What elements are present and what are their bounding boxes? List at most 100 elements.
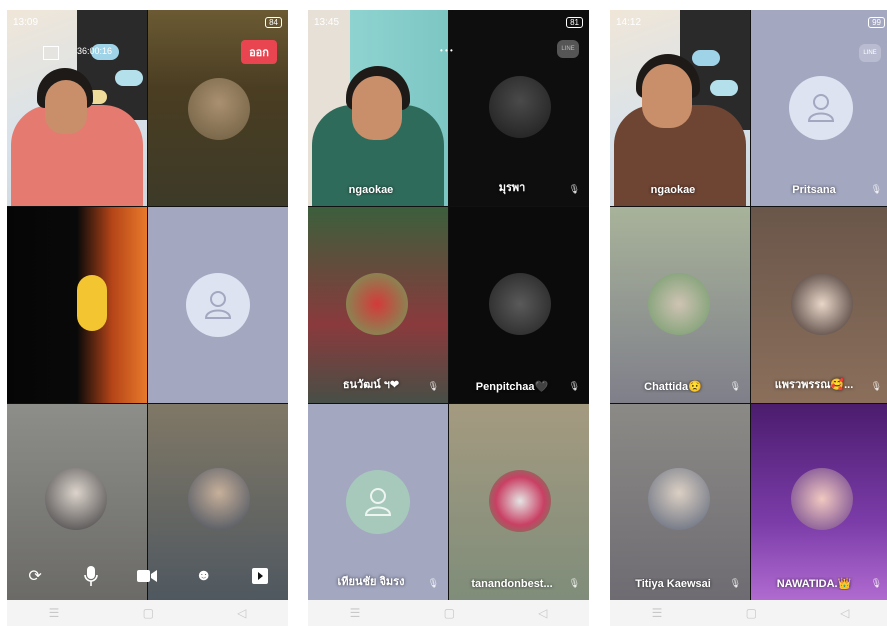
participant-avatar [45, 468, 107, 530]
video-tile-participant[interactable]: Penpitchaa🖤 🎙 [449, 207, 589, 403]
video-tile-participant[interactable]: Chattida😟 🎙 [610, 207, 750, 403]
effects-icon[interactable]: ☻ [193, 565, 215, 587]
participant-avatar [648, 468, 710, 530]
nav-menu-icon[interactable]: ☰ [49, 606, 60, 620]
video-tile-participant[interactable]: NAWATIDA.👑 🎙 [751, 404, 887, 600]
phone-screen-2: 13:45 81 ngaokae LINE มุรพา 🎙 ธนวัฒน์ ฯ❤… [308, 10, 589, 626]
video-camera-icon[interactable] [136, 565, 158, 587]
battery-indicator: 99 [868, 16, 885, 28]
video-tile-participant[interactable]: แพรวพรรณ🥰... 🎙 [751, 207, 887, 403]
user-icon [807, 94, 835, 122]
placeholder-avatar [346, 470, 410, 534]
placeholder-avatar [186, 273, 250, 337]
mic-muted-icon: 🎙 [729, 578, 741, 588]
paper-cloud [710, 80, 738, 96]
video-tile-placeholder[interactable]: เทียนชัย จิมรง 🎙 [308, 404, 448, 600]
system-nav-bar: ☰ ▢ ◁ [7, 600, 288, 626]
participant-avatar [489, 76, 551, 138]
nav-home-icon[interactable]: ▢ [746, 606, 757, 620]
page-indicator: • • • [440, 46, 453, 55]
user-icon [204, 291, 232, 319]
participant-name: Chattida😟 [644, 381, 702, 393]
video-tile-placeholder[interactable]: Pritsana 🎙 [751, 10, 887, 206]
video-grid: ngaokae Pritsana 🎙 Chattida😟 🎙 แพรวพรรณ🥰… [610, 10, 887, 600]
nav-menu-icon[interactable]: ☰ [350, 606, 361, 620]
participant-name: ธนวัฒน์ ฯ❤ [342, 379, 400, 391]
participant-name: เทียนชัย จิมรง [337, 576, 405, 588]
nav-home-icon[interactable]: ▢ [444, 606, 455, 620]
mic-muted-icon: 🎙 [568, 184, 580, 194]
video-tile-placeholder[interactable] [148, 207, 288, 403]
line-logo-icon: LINE [859, 44, 881, 62]
participant-name: Pritsana [792, 184, 836, 196]
participant-name: tanandonbest... [471, 578, 553, 590]
participant-avatar [489, 273, 551, 335]
mic-muted-icon: 🎙 [427, 578, 439, 588]
participant-avatar [489, 470, 551, 532]
paper-cloud [692, 50, 720, 66]
status-bar: 14:12 99 [610, 10, 887, 34]
person-face [352, 76, 402, 140]
person-face [45, 80, 87, 134]
call-control-bar: ⟳ ☻ [7, 556, 288, 596]
video-tile-participant[interactable]: ngaokae [308, 10, 448, 206]
participant-name: NAWATIDA.👑 [776, 578, 852, 590]
system-nav-bar: ☰ ▢ ◁ [610, 600, 887, 626]
participant-name: แพรวพรรณ🥰... [774, 379, 854, 391]
nav-home-icon[interactable]: ▢ [143, 606, 154, 620]
video-tile-self[interactable] [7, 10, 147, 206]
layout-toggle-icon[interactable] [43, 46, 59, 60]
line-logo-icon: LINE [557, 40, 579, 58]
video-tile-participant[interactable]: LINE มุรพา 🎙 [449, 10, 589, 206]
video-tile-participant[interactable]: tanandonbest... 🎙 [449, 404, 589, 600]
call-timer: 36:00:16 [77, 46, 113, 56]
placeholder-avatar [789, 76, 853, 140]
video-grid [7, 10, 288, 600]
person-face [642, 64, 692, 128]
mic-muted-icon: 🎙 [568, 381, 580, 391]
participant-avatar [791, 273, 853, 335]
participant-avatar [648, 273, 710, 335]
nav-back-icon[interactable]: ◁ [237, 606, 246, 620]
leave-call-button[interactable]: ออก [241, 40, 277, 64]
paper-cloud [115, 70, 143, 86]
video-grid: ngaokae LINE มุรพา 🎙 ธนวัฒน์ ฯ❤ 🎙 Penpit… [308, 10, 589, 600]
cartoon-sticker [77, 275, 107, 331]
status-bar: 13:09 84 [7, 10, 288, 34]
battery-indicator: 84 [265, 16, 282, 28]
microphone-icon[interactable] [80, 565, 102, 587]
nav-back-icon[interactable]: ◁ [840, 606, 849, 620]
status-time: 13:45 [314, 16, 340, 28]
user-icon [364, 488, 392, 516]
status-time: 13:09 [13, 16, 39, 28]
nav-menu-icon[interactable]: ☰ [652, 606, 663, 620]
status-bar: 13:45 81 [308, 10, 589, 34]
video-tile-participant[interactable]: Titiya Kaewsai 🎙 [610, 404, 750, 600]
screen-share-icon[interactable] [249, 565, 271, 587]
participant-name: ngaokae [650, 184, 696, 196]
video-tile-participant[interactable]: ngaokae [610, 10, 750, 206]
mic-muted-icon: 🎙 [568, 578, 580, 588]
phone-screen-3: 14:12 99 ngaokae Pritsana 🎙 Chattida😟 🎙 [610, 10, 887, 626]
system-nav-bar: ☰ ▢ ◁ [308, 600, 589, 626]
participant-name: Penpitchaa🖤 [475, 381, 549, 393]
battery-indicator: 81 [566, 16, 583, 28]
switch-camera-icon[interactable]: ⟳ [24, 565, 46, 587]
participant-name: มุรพา [498, 182, 526, 194]
video-tile-participant[interactable]: ธนวัฒน์ ฯ❤ 🎙 [308, 207, 448, 403]
mic-muted-icon: 🎙 [870, 578, 882, 588]
mic-muted-icon: 🎙 [870, 184, 882, 194]
participant-avatar [791, 468, 853, 530]
participant-avatar [346, 273, 408, 335]
mic-muted-icon: 🎙 [427, 381, 439, 391]
participant-avatar [188, 468, 250, 530]
video-tile-participant[interactable] [7, 207, 147, 403]
mic-muted-icon: 🎙 [870, 381, 882, 391]
nav-back-icon[interactable]: ◁ [538, 606, 547, 620]
participant-name: Titiya Kaewsai [635, 578, 711, 590]
phone-screen-1: 13:09 84 36:00:16 ออก ⟳ ☻ ☰ ▢ ◁ [7, 10, 288, 626]
status-time: 14:12 [616, 16, 642, 28]
participant-name: ngaokae [348, 184, 394, 196]
participant-avatar [188, 78, 250, 140]
mic-muted-icon: 🎙 [729, 381, 741, 391]
